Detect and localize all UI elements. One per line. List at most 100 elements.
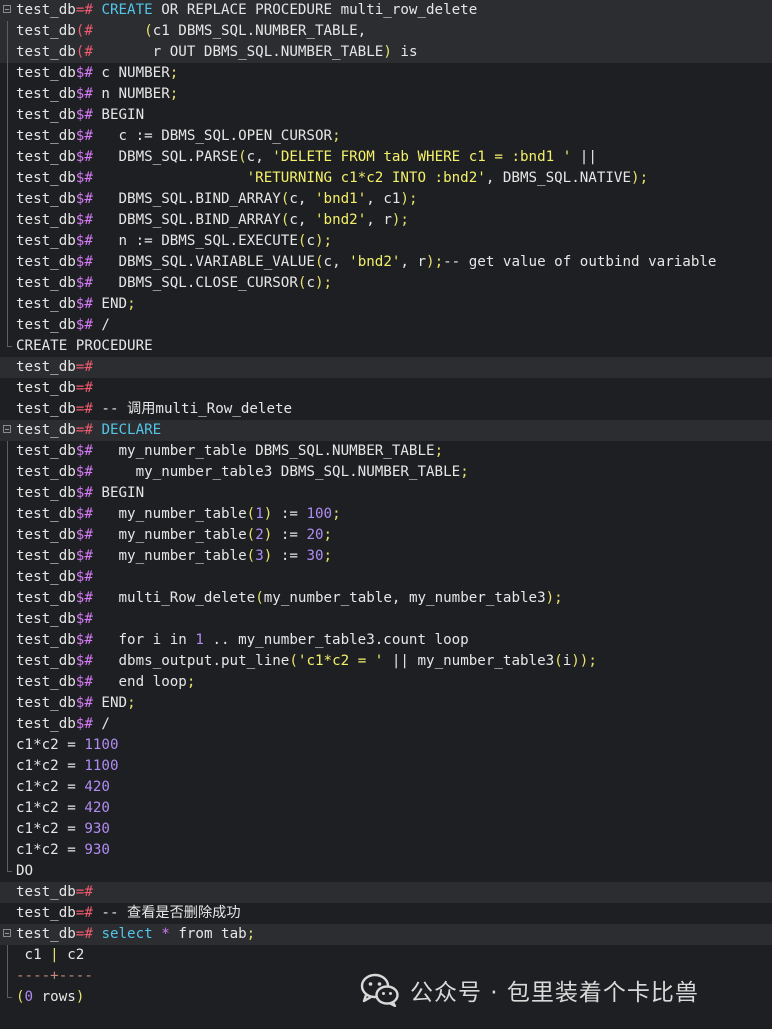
- line-token: rows: [33, 989, 76, 1005]
- line-token: c1*c2 =: [16, 779, 85, 795]
- line-token: end loop: [92, 674, 187, 690]
- line-token: test_db: [16, 149, 76, 165]
- line-token: 420: [84, 779, 110, 795]
- line-token: test_db: [16, 86, 76, 102]
- fold-guide: [3, 525, 12, 546]
- fold-guide: [3, 21, 12, 42]
- line-token: ;: [127, 695, 136, 711]
- line-token: test_db: [16, 128, 76, 144]
- line-token: c1 DBMS_SQL.NUMBER_TABLE,: [152, 23, 367, 39]
- fold-guide: [3, 42, 12, 63]
- line-token: $#: [75, 674, 93, 690]
- line-token: );: [314, 233, 333, 249]
- line-token: || my_number_table3: [383, 653, 555, 669]
- line-token: $#: [75, 485, 93, 501]
- line-token: DBMS_SQL.PARSE: [92, 149, 239, 165]
- fold-toggle-icon[interactable]: [3, 0, 12, 21]
- line-token: test_db: [16, 275, 76, 291]
- fold-guide: [3, 189, 12, 210]
- fold-guide: [3, 735, 12, 756]
- line-token: $#: [75, 275, 93, 291]
- line-token: test_db: [16, 296, 76, 312]
- line-token: test_db: [16, 107, 76, 123]
- fold-guide: [3, 483, 12, 504]
- line-token: test_db: [16, 884, 76, 900]
- line-token: ): [383, 44, 392, 60]
- line-token: test_db: [16, 716, 76, 732]
- fold-guide: [3, 504, 12, 525]
- line-token: ;: [332, 506, 341, 522]
- fold-guide: [3, 441, 12, 462]
- line-token: c1*c2 =: [16, 800, 85, 816]
- line-token: test_db: [16, 506, 76, 522]
- line-token: ;: [246, 926, 256, 942]
- line-token: test_db: [16, 422, 76, 438]
- line-token: my_number_table DBMS_SQL.NUMBER_TABLE: [92, 443, 435, 459]
- line-token: .. my_number_table3.count loop: [203, 632, 469, 648]
- fold-toggle-icon[interactable]: [3, 420, 12, 441]
- line-token: OR REPLACE PROCEDURE multi_row_delete: [152, 2, 478, 18]
- line-token: c1*c2 =: [16, 737, 85, 753]
- line-token: =#: [75, 2, 93, 18]
- fold-toggle-icon[interactable]: [3, 924, 12, 945]
- line-token: $#: [75, 548, 93, 564]
- terminal-line: test_db$# DBMS_SQL.PARSE(c, 'DELETE FROM…: [0, 147, 772, 168]
- terminal-line: test_db$# c := DBMS_SQL.OPEN_CURSOR;: [0, 126, 772, 147]
- terminal-line: CREATE PROCEDURE: [0, 336, 772, 357]
- line-token: $#: [75, 296, 93, 312]
- line-token: test_db: [16, 254, 76, 270]
- line-token: 1100: [84, 758, 119, 774]
- terminal-output: test_db=# CREATE OR REPLACE PROCEDURE mu…: [0, 0, 772, 1008]
- line-token: (: [554, 653, 563, 669]
- line-token: (: [238, 149, 247, 165]
- fold-guide: [3, 126, 12, 147]
- line-token: $#: [75, 317, 93, 333]
- terminal-line: c1*c2 = 420: [0, 777, 772, 798]
- watermark: 公众号 · 包里装着个卡比兽: [360, 970, 699, 1010]
- terminal-line: test_db$# 'RETURNING c1*c2 INTO :bnd2', …: [0, 168, 772, 189]
- line-token: [93, 23, 144, 39]
- terminal-line: test_db$# my_number_table(1) := 100;: [0, 504, 772, 525]
- line-token: $#: [75, 569, 93, 585]
- line-token: =#: [75, 905, 93, 921]
- fold-guide: [3, 693, 12, 714]
- line-token: c: [306, 275, 315, 291]
- line-token: =#: [75, 359, 93, 375]
- fold-guide: [3, 315, 12, 336]
- line-token: 'bnd2': [314, 212, 367, 228]
- line-token: test_db: [16, 44, 76, 60]
- line-token: 1: [195, 632, 204, 648]
- line-token: i: [562, 653, 572, 669]
- line-token: 'bnd2': [349, 254, 401, 270]
- line-token: );: [400, 191, 418, 207]
- line-token: test_db: [16, 2, 76, 18]
- terminal-line: test_db$# BEGIN: [0, 483, 772, 504]
- line-token: ;: [169, 65, 179, 81]
- line-token: ): [263, 548, 273, 564]
- watermark-text: 公众号 · 包里装着个卡比兽: [410, 980, 699, 1006]
- line-token: 0: [24, 989, 34, 1005]
- line-token: );: [545, 590, 563, 606]
- line-token: $#: [75, 149, 93, 165]
- line-token: DBMS_SQL.BIND_ARRAY: [92, 212, 281, 228]
- line-token: $#: [75, 716, 93, 732]
- terminal-line: test_db$# DBMS_SQL.BIND_ARRAY(c, 'bnd1',…: [0, 189, 772, 210]
- line-token: ;: [186, 674, 196, 690]
- line-token: n := DBMS_SQL.EXECUTE: [92, 233, 298, 249]
- line-token: test_db: [16, 548, 76, 564]
- line-token: ): [263, 506, 273, 522]
- fold-guide: [3, 63, 12, 84]
- line-token: test_db: [16, 926, 76, 942]
- line-token: test_db: [16, 317, 76, 333]
- terminal-line: test_db$# my_number_table(3) := 30;: [0, 546, 772, 567]
- terminal-line: test_db$# END;: [0, 693, 772, 714]
- line-token: $#: [75, 506, 93, 522]
- line-token: 3: [255, 548, 264, 564]
- line-token: );: [314, 275, 333, 291]
- fold-guide: [3, 546, 12, 567]
- terminal-line: test_db$# DBMS_SQL.VARIABLE_VALUE(c, 'bn…: [0, 252, 772, 273]
- line-token: test_db: [16, 443, 76, 459]
- line-token: c,: [246, 149, 273, 165]
- line-token: c1*c2 =: [16, 842, 85, 858]
- terminal-line: c1*c2 = 420: [0, 798, 772, 819]
